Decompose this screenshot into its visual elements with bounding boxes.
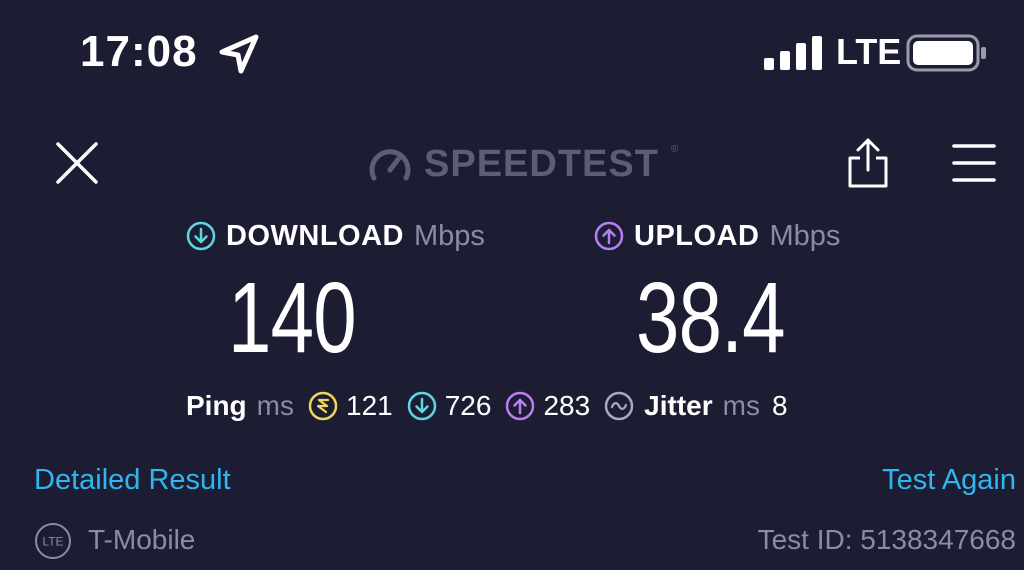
detailed-result-link[interactable]: Detailed Result xyxy=(34,462,231,498)
jitter-label: Jitter xyxy=(644,390,713,421)
idle-ping-value: 121 xyxy=(346,390,393,421)
download-label: DOWNLOAD xyxy=(226,220,404,252)
upload-ping-value: 283 xyxy=(543,390,591,421)
carrier-name: T-Mobile xyxy=(88,524,196,555)
upload-speed-value: 38.4 xyxy=(636,262,785,374)
battery-icon xyxy=(906,34,986,72)
signal-bars-icon xyxy=(764,36,822,70)
ping-stats-row: Ping ms 121 726 283 Jitter ms 8 xyxy=(186,386,788,426)
lte-badge-icon: LTE xyxy=(34,522,72,560)
test-id: Test ID: 5138347668 xyxy=(757,524,1016,555)
test-again-link[interactable]: Test Again xyxy=(882,462,1016,498)
download-ping-value: 726 xyxy=(444,390,492,421)
ping-unit: ms xyxy=(256,390,294,421)
upload-unit: Mbps xyxy=(769,220,841,252)
download-speed-value: 140 xyxy=(228,262,357,374)
close-icon[interactable] xyxy=(54,140,100,186)
upload-ping-icon xyxy=(506,391,535,421)
jitter-value: 8 xyxy=(771,390,788,421)
upload-header: UPLOAD Mbps xyxy=(594,218,840,254)
location-arrow-icon xyxy=(219,34,259,74)
jitter-unit: ms xyxy=(722,390,760,421)
menu-icon[interactable] xyxy=(952,142,996,184)
speedometer-icon xyxy=(369,149,411,181)
network-type-label: LTE xyxy=(836,31,902,72)
download-header: DOWNLOAD Mbps xyxy=(186,218,485,254)
status-time: 17:08 xyxy=(80,27,198,76)
ping-label: Ping xyxy=(186,390,247,421)
download-unit: Mbps xyxy=(413,220,485,252)
arrow-down-circle-icon xyxy=(186,221,216,251)
speedtest-logo: SPEEDTEST ® xyxy=(368,140,678,188)
download-ping-icon xyxy=(407,391,436,421)
trademark-mark: ® xyxy=(670,144,679,155)
lte-badge-text: LTE xyxy=(42,535,63,549)
idle-ping-icon xyxy=(308,391,338,421)
share-icon[interactable] xyxy=(846,136,890,190)
upload-label: UPLOAD xyxy=(634,220,760,252)
brand-name: SPEEDTEST xyxy=(424,143,659,185)
arrow-up-circle-icon xyxy=(594,221,624,251)
jitter-icon xyxy=(604,391,634,421)
